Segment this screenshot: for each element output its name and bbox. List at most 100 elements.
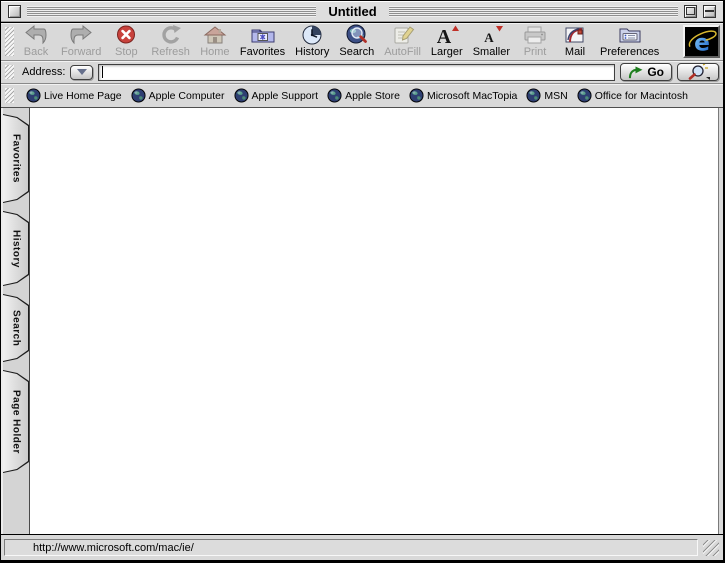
- toolbar-button-label: Print: [524, 46, 547, 58]
- favorites-bar: Live Home Page Apple Computer Apple Suppor…: [1, 84, 723, 108]
- side-tab-search[interactable]: Search: [3, 294, 29, 362]
- titlebar-stripes: [27, 6, 316, 17]
- window-title: Untitled: [322, 4, 382, 19]
- side-tab-label: Favorites: [3, 114, 29, 203]
- side-tab-page-holder[interactable]: Page Holder: [3, 370, 29, 473]
- close-box[interactable]: [8, 5, 21, 18]
- globe-icon: [234, 88, 249, 103]
- browser-window: Untitled Back Forward Stop Refresh Home Favor…: [0, 0, 725, 563]
- history-icon: [299, 24, 325, 46]
- search-icon: [344, 24, 370, 46]
- print-button: Print: [518, 24, 552, 58]
- side-tab-label: History: [3, 211, 29, 286]
- address-history-dropdown[interactable]: [70, 65, 93, 80]
- side-tab-history[interactable]: History: [3, 211, 29, 286]
- address-bar: Address: Go: [1, 61, 723, 84]
- toolbar-button-label: Favorites: [240, 46, 285, 58]
- favorites-bar-item-apple-store[interactable]: Apple Store: [327, 88, 400, 103]
- side-tab-label: Page Holder: [3, 370, 29, 473]
- mail-icon: [562, 24, 588, 46]
- svg-text:A: A: [437, 26, 452, 46]
- mail-button[interactable]: Mail: [558, 24, 592, 58]
- print-icon: [522, 24, 548, 46]
- toolbar-button-label: Home: [200, 46, 229, 58]
- favorite-label: Apple Support: [252, 90, 319, 102]
- favorites-bar-drag-handle[interactable]: [5, 88, 14, 103]
- status-bar: http://www.microsoft.com/mac/ie/: [1, 534, 723, 560]
- collapse-box[interactable]: [703, 5, 716, 18]
- favorites-bar-item-apple-computer[interactable]: Apple Computer: [131, 88, 225, 103]
- back-button: Back: [19, 24, 53, 58]
- toolbar-button-label: Smaller: [473, 46, 510, 58]
- globe-icon: [577, 88, 592, 103]
- status-message: http://www.microsoft.com/mac/ie/: [4, 539, 698, 556]
- favorites-bar-items: Live Home Page Apple Computer Apple Suppor…: [26, 88, 688, 103]
- svg-text:A: A: [485, 30, 495, 45]
- side-tab-favorites[interactable]: Favorites: [3, 114, 29, 203]
- address-search-button[interactable]: [677, 63, 719, 81]
- favorite-label: Live Home Page: [44, 90, 122, 102]
- address-label: Address:: [22, 66, 65, 78]
- forward-icon: [68, 24, 94, 46]
- refresh-icon: [158, 24, 184, 46]
- address-input[interactable]: [98, 64, 615, 81]
- chevron-down-icon: [77, 69, 87, 75]
- larger-button[interactable]: ALarger: [429, 24, 465, 58]
- toolbar-button-label: Forward: [61, 46, 101, 58]
- favorites-bar-item-live-home-page[interactable]: Live Home Page: [26, 88, 122, 103]
- favorite-label: Microsoft MacTopia: [427, 90, 517, 102]
- side-tab-label: Search: [3, 294, 29, 362]
- favorites-bar-item-msn[interactable]: MSN: [526, 88, 567, 103]
- svg-text:e: e: [694, 28, 710, 56]
- favorites-bar-item-microsoft-mactopia[interactable]: Microsoft MacTopia: [409, 88, 517, 103]
- search-button[interactable]: Search: [337, 24, 376, 58]
- home-icon: [202, 24, 228, 46]
- favorites-bar-item-office-for-macintosh[interactable]: Office for Macintosh: [577, 88, 688, 103]
- go-button[interactable]: Go: [620, 63, 672, 81]
- preferences-button[interactable]: Preferences: [598, 24, 661, 58]
- globe-icon: [327, 88, 342, 103]
- autofill-icon: [390, 24, 416, 46]
- internet-explorer-logo: e: [683, 25, 720, 58]
- toolbar-button-label: Larger: [431, 46, 463, 58]
- autofill-button: AutoFill: [382, 24, 423, 58]
- favorites-icon: [250, 24, 276, 46]
- magnifier-sparkle-icon: [686, 64, 710, 80]
- favorite-label: Apple Store: [345, 90, 400, 102]
- stop-icon: [113, 24, 139, 46]
- go-arrow-icon: [628, 66, 643, 79]
- stop-button: Stop: [109, 24, 143, 58]
- globe-icon: [409, 88, 424, 103]
- toolbar-button-label: AutoFill: [384, 46, 421, 58]
- text-caret: [102, 66, 103, 78]
- smaller-button[interactable]: ASmaller: [471, 24, 512, 58]
- window-right-frame: [718, 108, 723, 534]
- home-button: Home: [198, 24, 232, 58]
- explorer-bar-tabstrip: Favorites History Search Page Holder: [1, 108, 30, 534]
- refresh-button: Refresh: [149, 24, 192, 58]
- history-button[interactable]: History: [293, 24, 331, 58]
- browser-viewport[interactable]: [30, 108, 718, 534]
- favorites-bar-item-apple-support[interactable]: Apple Support: [234, 88, 319, 103]
- globe-icon: [131, 88, 146, 103]
- globe-icon: [26, 88, 41, 103]
- toolbar-button-label: History: [295, 46, 329, 58]
- address-bar-drag-handle[interactable]: [5, 65, 14, 79]
- toolbar-drag-handle[interactable]: [5, 27, 14, 56]
- titlebar[interactable]: Untitled: [1, 1, 723, 23]
- favorite-label: Apple Computer: [149, 90, 225, 102]
- toolbar-button-label: Stop: [115, 46, 138, 58]
- toolbar-button-label: Refresh: [151, 46, 190, 58]
- toolbar: Back Forward Stop Refresh Home Favorites Histo…: [1, 23, 723, 61]
- toolbar-button-label: Preferences: [600, 46, 659, 58]
- zoom-box[interactable]: [684, 5, 697, 18]
- resize-grip[interactable]: [703, 540, 719, 556]
- back-icon: [23, 24, 49, 46]
- favorites-button[interactable]: Favorites: [238, 24, 287, 58]
- go-label: Go: [647, 65, 664, 79]
- toolbar-button-label: Mail: [565, 46, 585, 58]
- forward-button: Forward: [59, 24, 103, 58]
- titlebar-stripes: [389, 6, 678, 17]
- globe-icon: [526, 88, 541, 103]
- larger-icon: A: [434, 24, 460, 46]
